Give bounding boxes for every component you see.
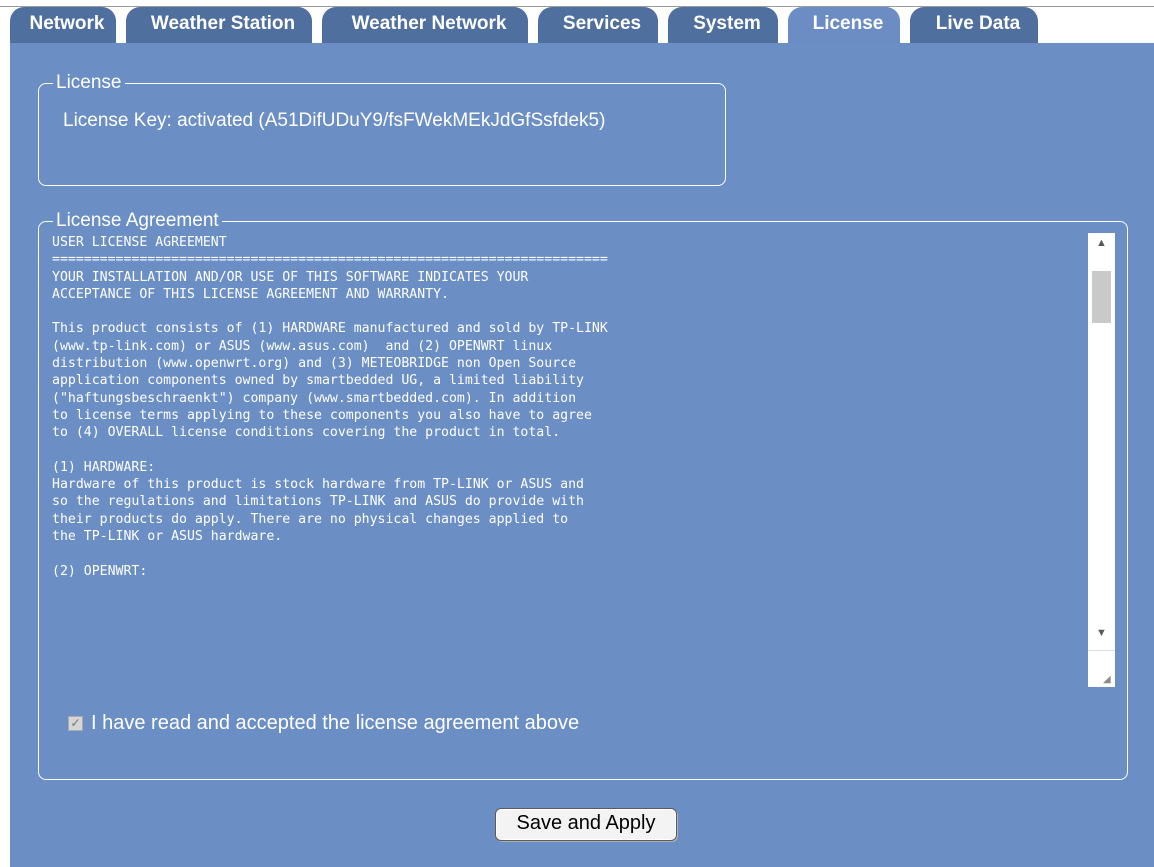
tab-weather-station[interactable]: Weather Station — [126, 7, 312, 43]
tab-network[interactable]: Network — [10, 7, 116, 43]
accept-checkbox-row: ✓ I have read and accepted the license a… — [68, 712, 579, 735]
triangle-down-icon[interactable]: ▼ — [1088, 623, 1115, 643]
license-legend: License — [53, 72, 125, 94]
tab-services[interactable]: Services — [538, 7, 658, 43]
tab-system[interactable]: System — [668, 7, 778, 43]
license-agreement-legend: License Agreement — [53, 210, 222, 232]
checkmark-icon: ✓ — [70, 716, 81, 730]
scrollbar-corner: ◢ — [1088, 650, 1115, 687]
triangle-up-icon[interactable]: ▲ — [1088, 233, 1115, 253]
license-agreement-textarea[interactable]: USER LICENSE AGREEMENT =================… — [48, 233, 1126, 687]
save-and-apply-button[interactable]: Save and Apply — [495, 808, 677, 841]
accept-checkbox[interactable]: ✓ — [68, 716, 83, 731]
license-agreement-group: License Agreement USER LICENSE AGREEMENT… — [38, 210, 1128, 780]
accept-checkbox-label: I have read and accepted the license agr… — [91, 712, 580, 734]
textarea-scrollbar[interactable]: ▲ ▼ ◢ — [1088, 233, 1115, 687]
license-group: License License Key: activated (A51DifUD… — [38, 72, 726, 186]
tab-live-data[interactable]: Live Data — [910, 7, 1038, 43]
tab-license[interactable]: License — [788, 7, 900, 43]
license-key-text: License Key: activated (A51DifUDuY9/fsFW… — [63, 110, 606, 131]
license-panel: License License Key: activated (A51DifUD… — [10, 43, 1154, 867]
tab-weather-network[interactable]: Weather Network — [322, 7, 528, 43]
resize-grip-icon[interactable]: ◢ — [1103, 675, 1113, 685]
scrollbar-thumb[interactable] — [1092, 271, 1111, 323]
